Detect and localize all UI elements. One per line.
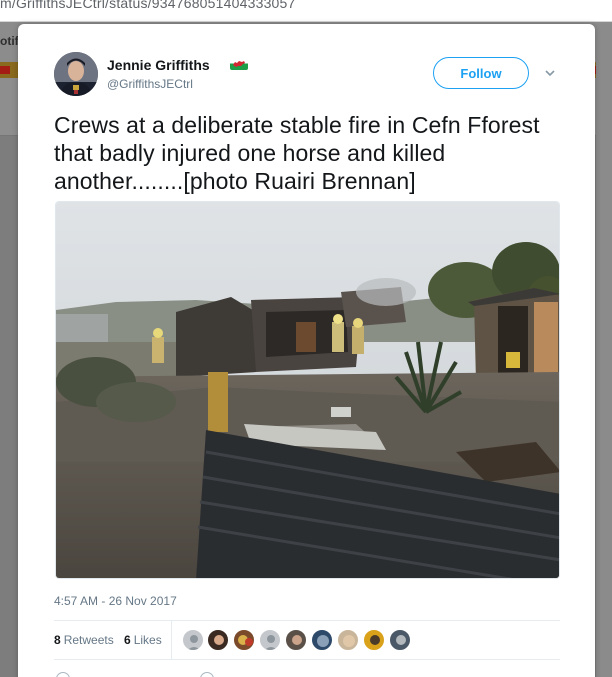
liker-avatar[interactable] — [363, 629, 385, 651]
tweet-actions — [54, 670, 560, 677]
chevron-down-icon[interactable] — [542, 65, 558, 81]
tweet-text: Crews at a deliberate stable fire in Cef… — [54, 112, 540, 194]
follow-button[interactable]: Follow — [433, 57, 529, 89]
tweet-modal: Jennie Griffiths @GriffithsJECtrl Follow… — [18, 24, 595, 677]
tweet-photo[interactable] — [55, 201, 560, 579]
author-name[interactable]: Jennie Griffiths — [107, 57, 210, 73]
tweet-photo-image — [56, 202, 559, 578]
retweets-count: 8 — [54, 633, 61, 647]
liker-avatar[interactable] — [207, 629, 229, 651]
browser-address-bar[interactable]: m/GriffithsJECtrl/status/934768051404333… — [0, 0, 612, 22]
liker-avatar[interactable] — [182, 629, 204, 651]
likes-count: 6 — [124, 633, 131, 647]
background-banner-mark — [0, 66, 10, 74]
welsh-flag-icon — [230, 57, 248, 70]
retweets-label: Retweets — [63, 633, 114, 647]
author-handle[interactable]: @GriffithsJECtrl — [107, 77, 193, 91]
likes-label: Likes — [133, 633, 162, 647]
liker-avatar[interactable] — [389, 629, 411, 651]
author-avatar-image — [54, 52, 98, 96]
retweets-stat[interactable]: 8 Retweets — [54, 633, 114, 647]
liker-avatar[interactable] — [233, 629, 255, 651]
tweet-timestamp[interactable]: 4:57 AM - 26 Nov 2017 — [54, 594, 177, 608]
liker-avatar[interactable] — [259, 629, 281, 651]
liker-avatar[interactable] — [337, 629, 359, 651]
author-avatar[interactable] — [54, 52, 98, 96]
retweet-icon[interactable] — [200, 672, 214, 677]
liker-avatar[interactable] — [311, 629, 333, 651]
stats-divider — [171, 621, 172, 659]
likes-stat[interactable]: 6 Likes — [124, 633, 162, 647]
reply-icon[interactable] — [56, 672, 70, 677]
background-nav-text: otif — [0, 34, 19, 48]
tweet-stats: 8 Retweets 6 Likes — [54, 620, 560, 660]
address-url[interactable]: m/GriffithsJECtrl/status/934768051404333… — [0, 0, 296, 11]
liker-avatar[interactable] — [285, 629, 307, 651]
background-scroll-area — [596, 24, 612, 677]
